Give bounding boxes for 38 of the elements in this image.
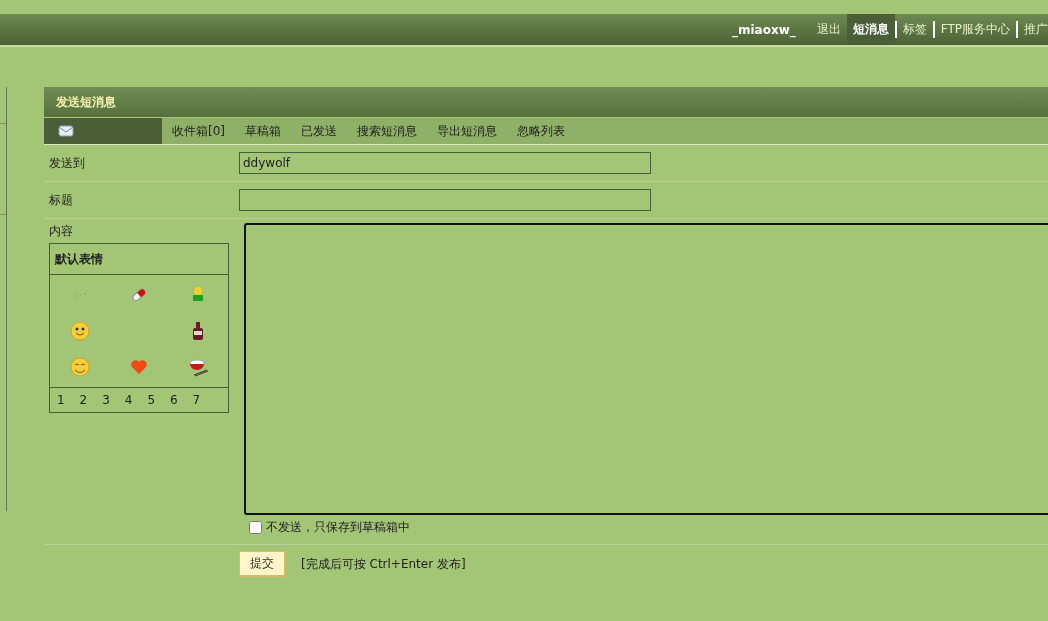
submit-button[interactable]: 提交 bbox=[239, 551, 285, 577]
nav-link[interactable]: 推广 bbox=[1018, 14, 1048, 45]
smilies-title: 默认表情 bbox=[50, 244, 228, 275]
nav-link[interactable]: FTP服务中心 bbox=[934, 14, 1016, 45]
checkbox[interactable] bbox=[249, 521, 262, 534]
subject-field[interactable] bbox=[239, 189, 651, 211]
field-label: 内容 bbox=[49, 224, 73, 238]
username[interactable]: _miaoxw_ bbox=[731, 22, 796, 37]
field-label: 发送到 bbox=[48, 154, 86, 172]
page-link[interactable]: 2 bbox=[79, 393, 103, 407]
panel-title: 发送短消息 bbox=[44, 87, 1048, 117]
nav-link[interactable]: 退出 bbox=[810, 14, 847, 45]
tab[interactable]: 已发送 bbox=[291, 118, 347, 144]
recipient-field[interactable]: ddywolf bbox=[239, 152, 651, 174]
tab[interactable]: 草稿箱 bbox=[235, 118, 291, 144]
page-link[interactable]: 5 bbox=[147, 393, 170, 407]
content-field[interactable] bbox=[244, 223, 1048, 515]
nav-link[interactable]: 短消息 bbox=[846, 14, 895, 45]
page-link[interactable]: 4 bbox=[124, 393, 148, 407]
page-link[interactable]: 1 bbox=[57, 393, 80, 407]
envelope-icon bbox=[58, 124, 74, 138]
page-link[interactable]: 6 bbox=[169, 393, 193, 407]
tab[interactable]: 导出短消息 bbox=[427, 118, 507, 144]
heart-icon bbox=[130, 359, 148, 375]
nav-link[interactable]: 标签 bbox=[896, 14, 933, 45]
tab[interactable] bbox=[44, 118, 162, 144]
page-link[interactable]: 3 bbox=[102, 393, 125, 407]
bottle-icon bbox=[191, 321, 206, 341]
tab[interactable]: 收件箱[0] bbox=[162, 118, 235, 144]
laughing-face-icon bbox=[69, 357, 90, 377]
checkbox-label: 不发送，只保存到草稿箱中 bbox=[266, 519, 410, 536]
tab[interactable]: 搜索短消息 bbox=[347, 118, 427, 144]
field-label: 标题 bbox=[48, 191, 74, 209]
smiley-icon bbox=[69, 321, 90, 341]
page-link[interactable]: 7 bbox=[192, 393, 216, 407]
rice-bowl-icon bbox=[188, 357, 209, 377]
tab[interactable]: 忽略列表 bbox=[507, 118, 575, 144]
hint-text: [完成后可按 Ctrl+Enter 发布] bbox=[301, 555, 466, 573]
